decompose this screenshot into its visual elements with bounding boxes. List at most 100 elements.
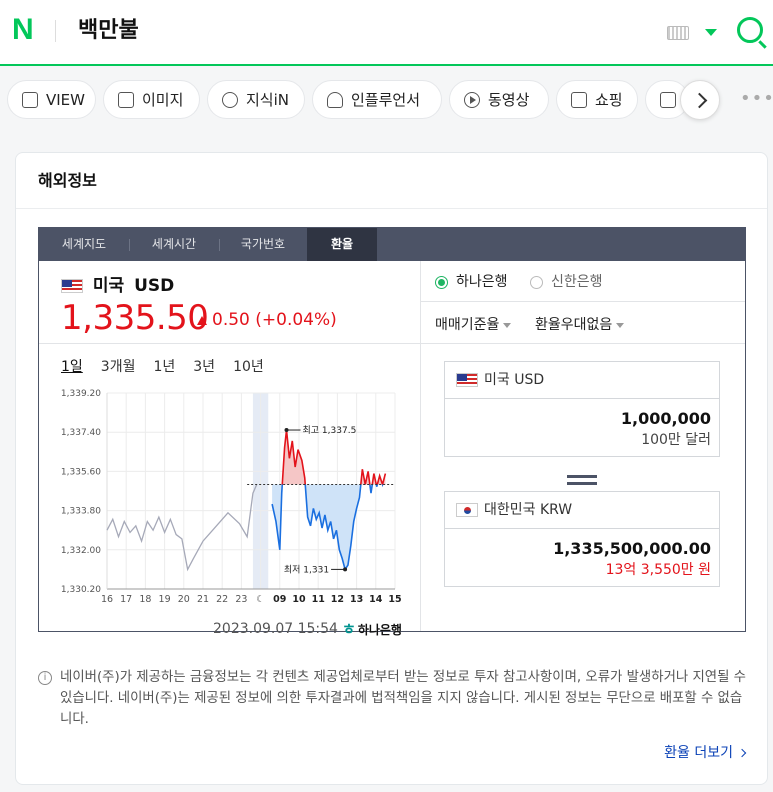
radio-unselected[interactable]: [530, 275, 543, 289]
keyboard-icon[interactable]: [667, 26, 689, 40]
pane-divider: [421, 343, 745, 344]
tab-label: VIEW: [46, 90, 85, 109]
tab-label: 인플루언서: [351, 91, 421, 109]
search-icon[interactable]: [737, 17, 763, 43]
exchange-more-link[interactable]: 환율 더보기: [664, 743, 745, 763]
period-1d[interactable]: 1일: [61, 357, 83, 377]
kr-flag-icon: [456, 503, 478, 517]
bank-label: 신한은행: [551, 274, 603, 290]
country-name: 미국: [92, 276, 125, 296]
rate-change-text: 0.50 (+0.04%): [212, 310, 337, 330]
person-icon: [327, 91, 343, 108]
tab-world-time[interactable]: 세계시간: [129, 228, 219, 261]
currency-label: 대한민국 KRW: [484, 501, 573, 518]
tab-world-map[interactable]: 세계지도: [39, 228, 129, 261]
bank-option-hana[interactable]: 하나은행: [435, 273, 508, 291]
from-amount-input[interactable]: 1,000,000: [621, 409, 711, 429]
more-menu-icon[interactable]: •••: [740, 87, 773, 111]
high-marker-dot: [284, 428, 289, 433]
tab-exchange-rate[interactable]: 환율: [307, 228, 377, 261]
period-3y[interactable]: 3년: [193, 357, 215, 377]
tab-influencer[interactable]: 인플루언서: [312, 80, 442, 119]
currency-code: USD: [134, 276, 175, 296]
tab-view[interactable]: VIEW: [7, 80, 96, 119]
overseas-info-card: 해외정보 세계지도 세계시간 국가번호 환율 미국 USD 1,335.50 0…: [15, 152, 768, 785]
x-tick-label: 16: [101, 594, 113, 605]
tab-video[interactable]: 동영상: [449, 80, 549, 119]
exchange-rate-chart: 1,339.20 1,337.40 1,335.60 1,333.80 1,332.00…: [61, 389, 402, 605]
us-flag-icon: [456, 373, 478, 387]
to-amount-value: 1,335,500,000.00: [553, 539, 711, 558]
search-input[interactable]: 백만불: [78, 16, 139, 46]
x-tick-label: 11: [312, 594, 325, 605]
x-tick-label: ☾: [256, 594, 265, 605]
to-currency-box[interactable]: 대한민국 KRW 1,335,500,000.00 13억 3,550만 원: [444, 491, 720, 587]
chevron-down-icon[interactable]: [705, 29, 717, 36]
up-arrow-icon: [197, 316, 207, 325]
tab-label: 쇼핑: [595, 91, 623, 109]
period-1y[interactable]: 1년: [153, 357, 175, 377]
tab-country-code[interactable]: 국가번호: [219, 228, 307, 261]
disclaimer-text: 네이버(주)가 제공하는 금융정보는 각 컨텐츠 제공업체로부터 받는 정보로 …: [60, 670, 747, 727]
search-header: N 백만불: [0, 0, 773, 66]
us-flag-icon: [61, 279, 83, 293]
x-tick-label: 13: [350, 594, 363, 605]
tab-image[interactable]: 이미지: [103, 80, 200, 119]
prev-series-line: [106, 484, 258, 572]
tab-shopping[interactable]: 쇼핑: [556, 80, 638, 119]
high-label: 최고 1,337.5: [303, 425, 357, 436]
x-tick-label: 22: [216, 594, 228, 605]
bank-option-shinhan[interactable]: 신한은행: [530, 273, 603, 291]
view-icon: [22, 91, 38, 108]
play-icon: [464, 91, 480, 108]
y-tick-label: 1,339.20: [61, 389, 101, 399]
x-tick-label: 12: [331, 594, 344, 605]
rate-change: 0.50 (+0.04%): [197, 309, 337, 331]
tabs-next-button[interactable]: [680, 80, 720, 120]
currency-name: 미국 USD: [61, 276, 174, 296]
x-tick-label: 20: [178, 594, 190, 605]
x-tick-label: 19: [159, 594, 171, 605]
tab-kin[interactable]: 지식iN: [207, 80, 305, 119]
hana-bank-logo: ㅎ 하나은행: [342, 619, 402, 640]
rate-pane: 미국 USD 1,335.50 0.50 (+0.04%) 1일 3개월 1년 …: [39, 261, 421, 638]
x-tick-label: 10: [292, 594, 306, 605]
naver-logo[interactable]: N: [12, 13, 34, 47]
x-tick-label: 14: [369, 594, 383, 605]
radio-selected[interactable]: [435, 275, 448, 289]
y-tick-label: 1,335.60: [61, 467, 101, 477]
bank-label: 하나은행: [456, 274, 508, 290]
from-currency-select[interactable]: 미국 USD: [445, 362, 719, 399]
to-amount-words: 13억 3,550만 원: [605, 562, 711, 578]
period-3m[interactable]: 3개월: [101, 357, 136, 377]
bank-logo-text: 하나은행: [357, 623, 402, 637]
from-amount-words: 100만 달러: [641, 432, 711, 448]
x-tick-label: 09: [273, 594, 286, 605]
card-title: 해외정보: [38, 171, 97, 190]
x-tick-label: 21: [197, 594, 209, 605]
from-currency-box[interactable]: 미국 USD 1,000,000 100만 달러: [444, 361, 720, 457]
exchange-widget: 세계지도 세계시간 국가번호 환율 미국 USD 1,335.50 0.50 (…: [38, 227, 746, 638]
y-tick-label: 1,333.80: [61, 507, 101, 517]
tab-label: 지식iN: [246, 91, 289, 109]
y-tick-label: 1,330.20: [61, 585, 101, 595]
widget-tabs: 세계지도 세계시간 국가번호 환율: [39, 228, 745, 261]
tab-label: 이미지: [142, 91, 184, 109]
rate-type-dropdown[interactable]: 매매기준율: [435, 316, 511, 334]
shopping-bag-icon: [571, 91, 587, 108]
converter-pane: 하나은행 신한은행 매매기준율 환율우대없음 미국 USD 1,000,000 …: [421, 261, 745, 631]
low-label: 최저 1,331: [284, 564, 329, 575]
period-10y[interactable]: 10년: [233, 357, 264, 377]
pane-divider: [421, 301, 745, 302]
x-tick-label: 23: [235, 594, 247, 605]
discount-dropdown[interactable]: 환율우대없음: [535, 316, 624, 334]
rate-timestamp: 2023.09.07 15:54: [213, 621, 338, 637]
x-tick-label: 17: [120, 594, 132, 605]
period-selector: 1일 3개월 1년 3년 10년: [61, 357, 264, 377]
low-marker-dot: [343, 567, 348, 572]
to-currency-select[interactable]: 대한민국 KRW: [445, 492, 719, 529]
hana-logo-icon: ㅎ: [342, 620, 356, 638]
tab-label: 동영상: [488, 91, 530, 109]
x-tick-label: 15: [388, 594, 401, 605]
pane-divider: [39, 343, 420, 344]
